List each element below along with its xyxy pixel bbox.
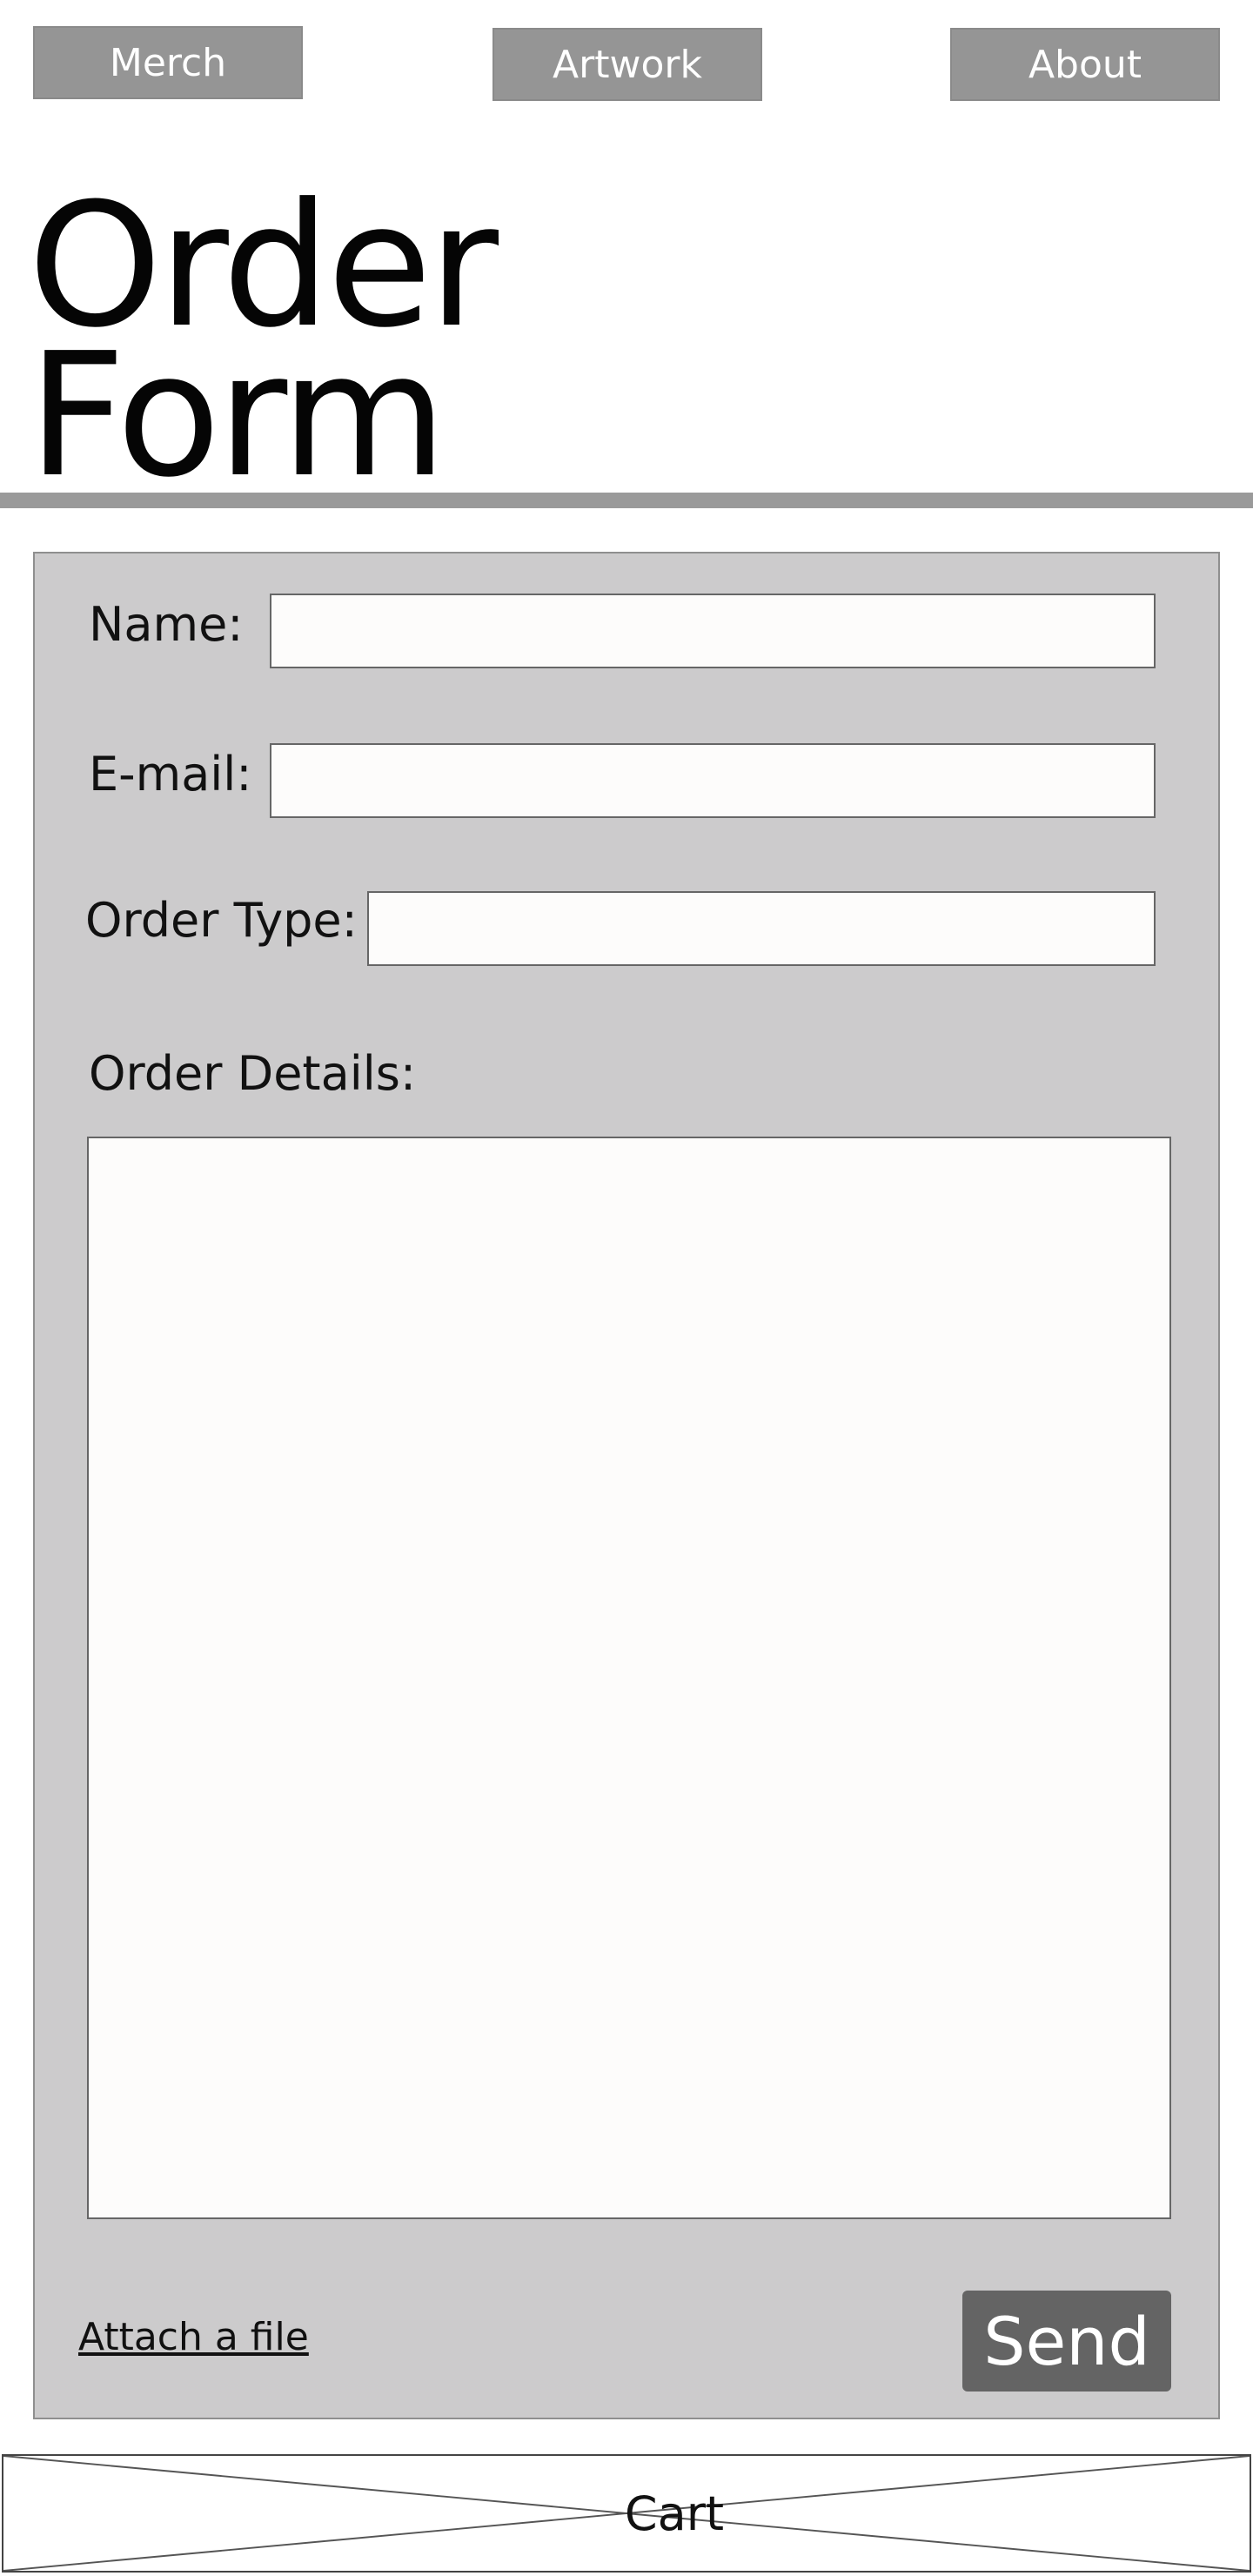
- cart-button[interactable]: Cart: [2, 2454, 1251, 2573]
- order-form-panel: Name: E-mail: Order Type: Order Details:…: [33, 552, 1220, 2419]
- order-details-label: Order Details:: [89, 1046, 417, 1101]
- email-label: E-mail:: [89, 747, 252, 802]
- cart-label: Cart: [624, 2485, 725, 2541]
- attach-file-link[interactable]: Attach a file: [78, 2315, 309, 2359]
- order-type-input[interactable]: [367, 891, 1156, 966]
- page-title-line-2: Form: [28, 317, 447, 515]
- send-button[interactable]: Send: [962, 2291, 1171, 2392]
- header-divider: [0, 493, 1253, 508]
- page-title: Order Form: [28, 181, 499, 515]
- name-input[interactable]: [270, 594, 1156, 668]
- nav-artwork-button[interactable]: Artwork: [492, 28, 762, 101]
- nav-about-button[interactable]: About: [950, 28, 1220, 101]
- order-details-textarea[interactable]: [87, 1137, 1171, 2219]
- nav-merch-button[interactable]: Merch: [33, 26, 303, 99]
- order-type-label: Order Type:: [85, 893, 358, 948]
- email-input[interactable]: [270, 743, 1156, 818]
- name-label: Name:: [89, 597, 244, 652]
